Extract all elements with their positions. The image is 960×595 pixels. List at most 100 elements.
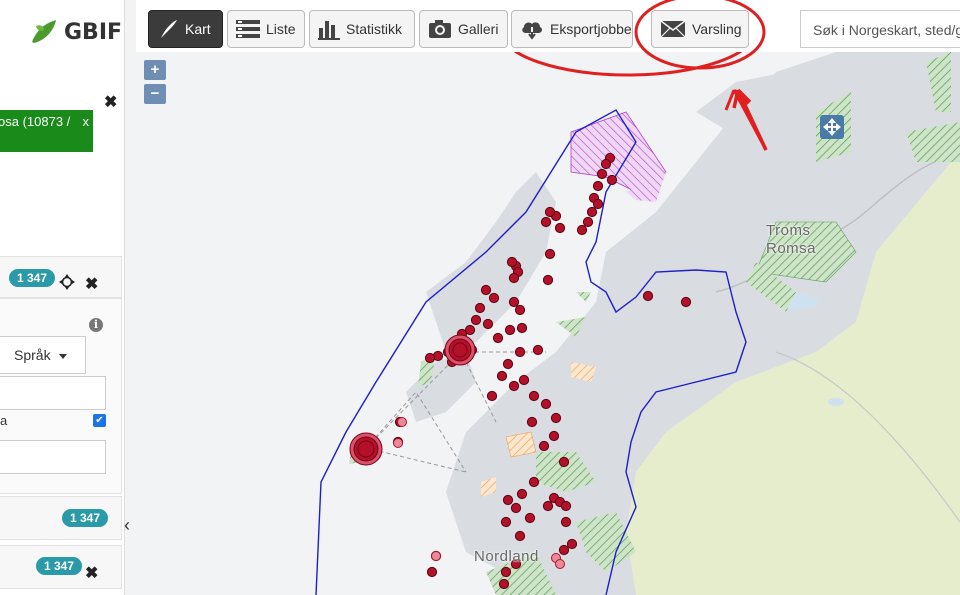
observation-marker bbox=[516, 488, 528, 500]
observation-cluster bbox=[357, 440, 375, 458]
observation-marker bbox=[500, 516, 512, 528]
map-label-troms: Troms bbox=[766, 222, 811, 239]
tab-varsling[interactable]: Varsling bbox=[651, 10, 749, 48]
observation-marker bbox=[528, 476, 540, 488]
gbif-leaf-icon bbox=[32, 20, 56, 43]
observation-marker bbox=[532, 344, 544, 356]
observation-marker bbox=[544, 248, 556, 260]
observation-marker bbox=[555, 559, 565, 569]
tab-galleri[interactable]: Galleri bbox=[419, 10, 508, 48]
tab-eksportjobber[interactable]: Eksportjobber bbox=[511, 10, 633, 48]
remove-layer-icon[interactable]: ✖ bbox=[85, 274, 98, 294]
tab-label: Galleri bbox=[458, 21, 499, 37]
layer-panel-1: 1 347 ✖ bbox=[0, 256, 122, 298]
gbif-logo: GBIF bbox=[28, 16, 122, 48]
language-label: Språk bbox=[14, 347, 51, 363]
observation-marker bbox=[560, 516, 572, 528]
observation-marker bbox=[540, 398, 552, 410]
close-sidebar-icon[interactable]: ✖ bbox=[104, 92, 117, 112]
chevron-down-icon bbox=[58, 353, 67, 359]
observation-marker bbox=[528, 390, 540, 402]
observation-marker bbox=[592, 180, 604, 192]
observation-marker bbox=[514, 346, 526, 358]
tab-label: Eksportjobber bbox=[550, 21, 633, 37]
count-badge: 1 347 bbox=[36, 557, 83, 575]
observation-marker bbox=[424, 352, 436, 364]
filter-chip[interactable]: osa (10873 / x bbox=[0, 110, 93, 152]
observation-marker bbox=[526, 416, 538, 428]
observation-marker bbox=[508, 296, 520, 308]
option-checkbox[interactable]: ✔ bbox=[93, 414, 106, 427]
camera-icon bbox=[429, 20, 451, 38]
filter-chip-close[interactable]: x bbox=[83, 114, 90, 129]
crosshair-icon[interactable] bbox=[59, 274, 75, 290]
collapse-sidebar-icon[interactable]: ‹ bbox=[124, 515, 130, 536]
observation-marker bbox=[474, 302, 486, 314]
zoom-out-button[interactable]: − bbox=[144, 84, 166, 104]
observation-marker bbox=[397, 417, 407, 427]
observation-marker bbox=[600, 158, 612, 170]
observation-marker bbox=[470, 314, 482, 326]
observation-marker bbox=[524, 512, 536, 524]
tab-statistikk[interactable]: Statistikk bbox=[309, 10, 415, 48]
layer-panel-3: 1 347 ✖ bbox=[0, 545, 122, 589]
observation-marker bbox=[393, 438, 403, 448]
tab-kart[interactable]: Kart bbox=[148, 10, 223, 48]
checkbox-label: a bbox=[0, 413, 8, 428]
observation-marker bbox=[486, 390, 498, 402]
observation-marker bbox=[498, 578, 510, 590]
observation-marker bbox=[508, 272, 520, 284]
tab-label: Statistikk bbox=[346, 21, 403, 37]
zoom-in-button[interactable]: + bbox=[144, 60, 166, 80]
filter-chip-label: osa (10873 / bbox=[0, 114, 71, 129]
search-input[interactable]: Søk i Norgeskart, sted/g bbox=[800, 10, 960, 48]
observation-marker bbox=[576, 224, 588, 236]
observation-marker bbox=[502, 358, 514, 370]
observation-marker bbox=[496, 370, 508, 382]
observation-marker bbox=[560, 500, 572, 512]
list-icon bbox=[236, 20, 260, 38]
observation-cluster bbox=[452, 342, 468, 358]
observation-marker bbox=[480, 284, 492, 296]
language-select[interactable]: Språk bbox=[0, 336, 86, 374]
observation-marker bbox=[540, 216, 552, 228]
bar-chart-icon bbox=[318, 21, 340, 40]
observation-marker bbox=[492, 332, 504, 344]
map-view[interactable]: + − Troms Romsa Nordland bbox=[136, 52, 960, 595]
observation-marker bbox=[516, 322, 528, 334]
observation-marker bbox=[538, 440, 550, 452]
locate-icon[interactable] bbox=[820, 115, 844, 139]
norway-map-icon bbox=[161, 20, 177, 38]
text-input-2[interactable] bbox=[0, 440, 106, 474]
envelope-icon bbox=[660, 20, 686, 38]
observation-marker bbox=[558, 544, 570, 556]
observation-marker bbox=[566, 538, 578, 550]
observation-marker bbox=[518, 374, 530, 386]
observation-marker bbox=[592, 198, 604, 210]
count-badge: 1 347 bbox=[62, 509, 109, 527]
cloud-download-icon bbox=[522, 22, 543, 40]
logo-text: GBIF bbox=[64, 19, 123, 45]
observation-marker bbox=[554, 222, 566, 234]
observation-marker bbox=[582, 216, 594, 228]
observation-marker bbox=[542, 274, 554, 286]
observation-marker bbox=[504, 324, 516, 336]
observation-marker bbox=[482, 318, 494, 330]
observation-marker bbox=[502, 494, 514, 506]
map-toolbar: Kart Liste Statistikk Galleri Eksportjob… bbox=[136, 0, 960, 52]
observation-marker bbox=[510, 502, 522, 514]
sidebar: GBIF ✖ osa (10873 / x 1 347 ✖ i Språk a … bbox=[0, 0, 124, 595]
info-icon[interactable]: i bbox=[89, 318, 103, 332]
observation-marker bbox=[506, 256, 518, 268]
tab-label: Kart bbox=[185, 21, 211, 37]
tab-liste[interactable]: Liste bbox=[227, 10, 305, 48]
tab-label: Varsling bbox=[692, 21, 742, 37]
tab-label: Liste bbox=[266, 21, 296, 37]
observation-marker bbox=[500, 566, 512, 578]
observation-marker bbox=[642, 290, 654, 302]
text-input-1[interactable] bbox=[0, 376, 106, 410]
count-badge: 1 347 bbox=[9, 269, 56, 287]
layer-panel-2: 1 347 bbox=[0, 496, 122, 540]
remove-layer-icon[interactable]: ✖ bbox=[85, 563, 98, 583]
observation-marker bbox=[544, 206, 556, 218]
